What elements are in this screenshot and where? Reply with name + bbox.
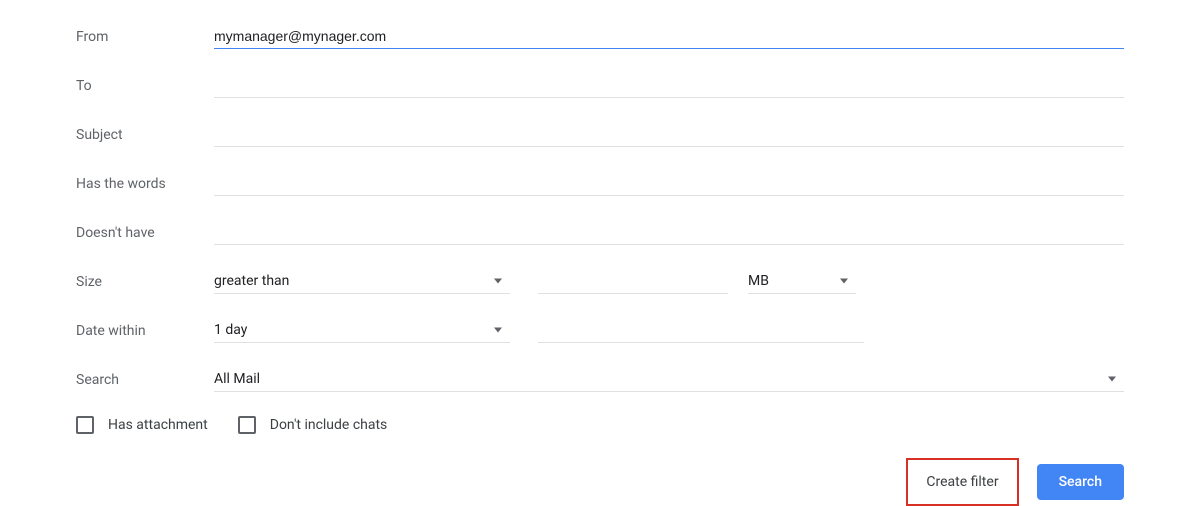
chevron-down-icon [494, 328, 502, 333]
date-within-label: Date within [76, 323, 214, 339]
search-in-value: All Mail [214, 371, 260, 387]
to-row: To [76, 73, 1124, 98]
subject-label: Subject [76, 127, 214, 143]
chevron-down-icon [840, 279, 848, 284]
dont-include-chats-checkbox[interactable]: Don't include chats [238, 416, 388, 434]
has-attachment-checkbox[interactable]: Has attachment [76, 416, 208, 434]
filter-form: From To Subject Has the words Doesn't ha… [0, 0, 1200, 506]
to-input[interactable] [214, 73, 1124, 98]
checkbox-row: Has attachment Don't include chats [76, 416, 1124, 434]
subject-row: Subject [76, 122, 1124, 147]
has-attachment-label: Has attachment [108, 417, 208, 433]
search-label: Search [76, 372, 214, 388]
size-unit-select[interactable]: MB [748, 269, 856, 294]
size-operator-value: greater than [214, 273, 289, 289]
doesnt-have-label: Doesn't have [76, 225, 214, 241]
chevron-down-icon [1108, 377, 1116, 382]
date-range-value: 1 day [214, 322, 247, 338]
date-value-input[interactable] [538, 319, 864, 343]
size-unit-value: MB [748, 273, 769, 289]
has-words-input[interactable] [214, 171, 1124, 196]
size-value-input[interactable] [538, 269, 728, 294]
from-row: From [76, 24, 1124, 49]
chevron-down-icon [494, 279, 502, 284]
size-operator-select[interactable]: greater than [214, 269, 510, 294]
from-input[interactable] [214, 24, 1124, 49]
search-button[interactable]: Search [1037, 464, 1124, 500]
date-within-row: Date within 1 day [76, 318, 1124, 343]
doesnt-have-input[interactable] [214, 220, 1124, 245]
date-range-select[interactable]: 1 day [214, 318, 510, 343]
create-filter-highlight: Create filter [906, 458, 1018, 506]
actions-row: Create filter Search [76, 458, 1124, 506]
checkbox-icon [76, 416, 94, 434]
has-words-row: Has the words [76, 171, 1124, 196]
has-words-label: Has the words [76, 176, 214, 192]
search-in-select[interactable]: All Mail [214, 367, 1124, 392]
dont-include-chats-label: Don't include chats [270, 417, 388, 433]
doesnt-have-row: Doesn't have [76, 220, 1124, 245]
to-label: To [76, 78, 214, 94]
search-row: Search All Mail [76, 367, 1124, 392]
create-filter-button[interactable]: Create filter [914, 466, 1010, 498]
size-label: Size [76, 274, 214, 290]
checkbox-icon [238, 416, 256, 434]
from-label: From [76, 29, 214, 45]
size-row: Size greater than MB [76, 269, 1124, 294]
subject-input[interactable] [214, 122, 1124, 147]
